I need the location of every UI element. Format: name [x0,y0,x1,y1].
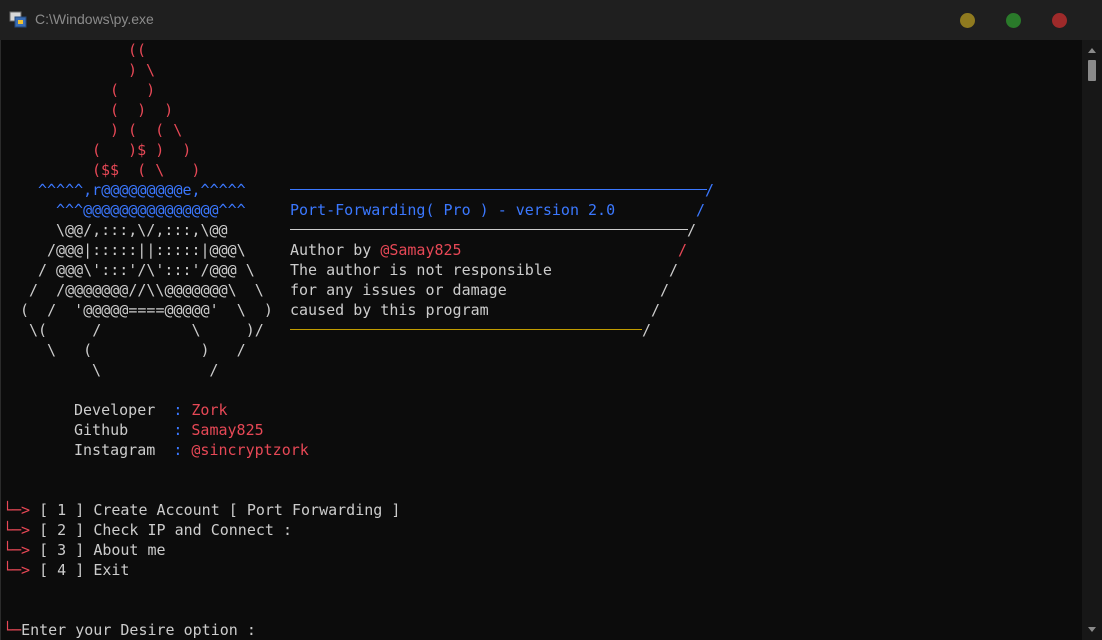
menu-arrow: └─> [3,561,31,579]
info-separator: : [173,401,192,419]
fire-art-line: ( )$ ) ) [92,141,192,159]
skull-art-line: \@@/,:::,\/,:::,\@@ [56,221,228,239]
disclaimer-line: The author is not responsible [290,261,552,279]
skull-art-line: \( / \ )/ [29,321,264,339]
banner-edge: / [705,181,715,199]
skull-art-line: ^^^^^,r@@@@@@@@@e,^^^^^ [38,181,246,199]
banner-edge: / [687,221,697,239]
menu-label: Check IP and Connect : [93,521,292,539]
menu-arrow: └─> [3,521,31,539]
menu-item: └─> [ 2 ] Check IP and Connect : [3,520,292,540]
fire-art-line: ) \ [128,61,156,79]
python-app-icon [9,11,27,28]
fire-art-line: ) ( ( \ [110,121,183,139]
skull-art-line: \ / [92,361,219,379]
menu-label: About me [93,541,166,559]
info-label: Instagram [74,441,174,459]
menu-item: └─> [ 1 ] Create Account [ Port Forwardi… [3,500,400,520]
author-handle: @Samay825 [380,241,462,259]
info-separator: : [173,421,192,439]
banner-edge: / [660,281,670,299]
info-label: Github [74,421,174,439]
skull-art-line: /@@@|:::::||:::::|@@@\ [47,241,246,259]
menu-number: [ 2 ] [39,521,85,539]
menu-number: [ 4 ] [39,561,85,579]
prompt-prefix: └─ [3,621,22,639]
banner-edge: / [678,241,688,259]
scroll-up-arrow-icon[interactable] [1088,48,1096,53]
banner-title: Port-Forwarding( Pro ) - version 2.0 [290,201,616,219]
prompt-text: Enter your Desire option : [21,621,256,639]
disclaimer-line: caused by this program [290,301,489,319]
maximize-button[interactable] [1006,13,1021,28]
info-instagram: Instagram : @sincryptzork [74,440,309,460]
menu-label: Exit [93,561,130,579]
fire-art-line: ($$ ( \ ) [92,161,201,179]
minimize-button[interactable] [960,13,975,28]
title-bar: C:\Windows\py.exe [0,0,1102,40]
skull-art-line: / /@@@@@@@//\\@@@@@@@\ \ [29,281,264,299]
banner-top-rule [290,189,707,190]
menu-item: └─> [ 4 ] Exit [3,560,129,580]
menu-label: Create Account [ Port Forwarding ] [93,501,401,519]
console-output: (( ) \ ( ) ( ) ) ) ( ( \ ( )$ ) ) ($$ ( … [0,40,1082,640]
skull-art-line: / @@@\':::'/\':::'/@@@ \ [38,261,255,279]
close-button[interactable] [1052,13,1067,28]
menu-item: └─> [ 3 ] About me [3,540,166,560]
banner-edge: / [696,201,706,219]
banner-author: Author by @Samay825 [290,240,462,260]
banner-edge: / [642,321,652,339]
scrollbar-thumb[interactable] [1088,60,1096,81]
fire-art-line: ( ) [110,81,156,99]
banner-edge: / [651,301,661,319]
info-separator: : [173,441,192,459]
fire-art-line: (( [128,41,147,59]
info-value: Zork [191,401,228,419]
menu-number: [ 3 ] [39,541,85,559]
banner-bottom-rule [290,329,642,330]
skull-art-line: \ ( ) / [47,341,246,359]
input-prompt[interactable]: └─Enter your Desire option : [3,620,256,640]
fire-art-line: ( ) ) [110,101,174,119]
window-title: C:\Windows\py.exe [35,11,154,27]
vertical-scrollbar[interactable] [1082,40,1102,640]
banner-edge: / [669,261,679,279]
info-developer: Developer : Zork [74,400,228,420]
scroll-down-arrow-icon[interactable] [1088,627,1096,632]
skull-art-line: ^^^@@@@@@@@@@@@@@@^^^ [56,201,246,219]
info-github: Github : Samay825 [74,420,264,440]
menu-arrow: └─> [3,541,31,559]
author-prefix: Author by [290,241,381,259]
banner-mid-rule [290,229,688,230]
info-value: Samay825 [191,421,264,439]
menu-arrow: └─> [3,501,31,519]
info-value: @sincryptzork [191,441,309,459]
menu-number: [ 1 ] [39,501,85,519]
disclaimer-line: for any issues or damage [290,281,507,299]
info-label: Developer [74,401,174,419]
skull-art-line: ( / '@@@@@====@@@@@' \ ) [20,301,273,319]
